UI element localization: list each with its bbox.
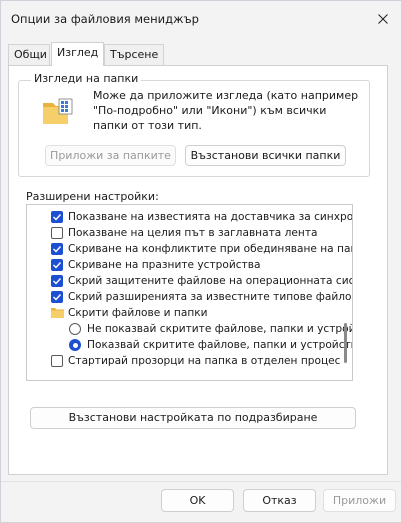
list-item[interactable]: Показвай скритите файлове, папки и устро… bbox=[27, 337, 353, 353]
reset-folders-button[interactable]: Възстанови всички папки bbox=[185, 145, 346, 166]
apply-button[interactable]: Приложи bbox=[323, 489, 396, 512]
footer-divider bbox=[1, 481, 401, 482]
list-item-label: Стартирай прозорци на папка в отделен пр… bbox=[68, 355, 341, 367]
list-item[interactable]: Скрий разширенията за известните типове … bbox=[27, 289, 353, 305]
cancel-button[interactable]: Отказ bbox=[243, 489, 316, 512]
apply-to-folders-button[interactable]: Приложи за папките bbox=[45, 145, 176, 166]
list-item[interactable]: Скриване на конфликтите при обединяване … bbox=[27, 241, 353, 257]
folder-icon bbox=[51, 308, 64, 318]
list-item[interactable]: Не показвай скритите файлове, папки и ус… bbox=[27, 321, 353, 337]
list-item[interactable]: Показване на целия път в заглавната лент… bbox=[27, 225, 352, 241]
folder-views-description: Може да приложите изгледа (като например… bbox=[93, 89, 359, 132]
list-item[interactable]: Скриване на празните устройства bbox=[27, 257, 352, 273]
ok-button[interactable]: OK bbox=[161, 489, 234, 512]
list-item-label: Показвай скритите файлове, папки и устро… bbox=[87, 339, 353, 351]
window-title: Опции за файловия мениджър bbox=[11, 12, 199, 26]
radio-unchecked[interactable] bbox=[69, 323, 81, 335]
list-item-label: Показване на целия път в заглавната лент… bbox=[68, 227, 318, 239]
list-item-label: Скрити файлове и папки bbox=[68, 307, 208, 319]
close-icon bbox=[378, 14, 388, 24]
folder-views-legend: Изгледи на папки bbox=[31, 72, 142, 85]
folder-options-dialog: Опции за файловия мениджър Общи Изглед Т… bbox=[0, 0, 402, 523]
list-item-label: Показване на известията на доставчика за… bbox=[68, 211, 353, 223]
tab-view[interactable]: Изглед bbox=[51, 42, 104, 66]
title-bar: Опции за файловия мениджър bbox=[1, 1, 401, 37]
checkbox-checked[interactable] bbox=[51, 211, 63, 223]
list-item-label: Скрий разширенията за известните типове … bbox=[68, 291, 353, 303]
list-item-label: Не показвай скритите файлове, папки и ус… bbox=[87, 323, 353, 335]
checkbox-checked[interactable] bbox=[51, 275, 63, 287]
advanced-settings-list[interactable]: Показване на известията на доставчика за… bbox=[26, 204, 353, 381]
tab-general[interactable]: Общи bbox=[8, 44, 50, 65]
restore-defaults-button[interactable]: Възстанови настройката по подразбиране bbox=[30, 407, 356, 429]
tab-search[interactable]: Търсене bbox=[104, 44, 164, 65]
list-item-label: Скриване на празните устройства bbox=[68, 259, 261, 271]
checkbox-unchecked[interactable] bbox=[51, 355, 63, 367]
close-button[interactable] bbox=[371, 7, 395, 31]
list-item[interactable]: Скрий защитените файлове на операционнат… bbox=[27, 273, 353, 289]
folder-views-icon bbox=[43, 98, 73, 124]
radio-checked[interactable] bbox=[69, 339, 81, 351]
list-item[interactable]: Стартирай прозорци на папка в отделен пр… bbox=[27, 353, 352, 369]
checkbox-checked[interactable] bbox=[51, 243, 63, 255]
list-item[interactable]: Показване на известията на доставчика за… bbox=[27, 209, 353, 225]
checkbox-checked[interactable] bbox=[51, 259, 63, 271]
list-item: Скрити файлове и папки bbox=[27, 305, 352, 321]
scrollbar-thumb[interactable] bbox=[344, 323, 347, 363]
list-item-label: Скрий защитените файлове на операционнат… bbox=[68, 275, 353, 287]
checkbox-checked[interactable] bbox=[51, 291, 63, 303]
list-item-label: Скриване на конфликтите при обединяване … bbox=[68, 243, 353, 255]
advanced-settings-label: Разширени настройки: bbox=[26, 190, 159, 203]
checkbox-unchecked[interactable] bbox=[51, 227, 63, 239]
